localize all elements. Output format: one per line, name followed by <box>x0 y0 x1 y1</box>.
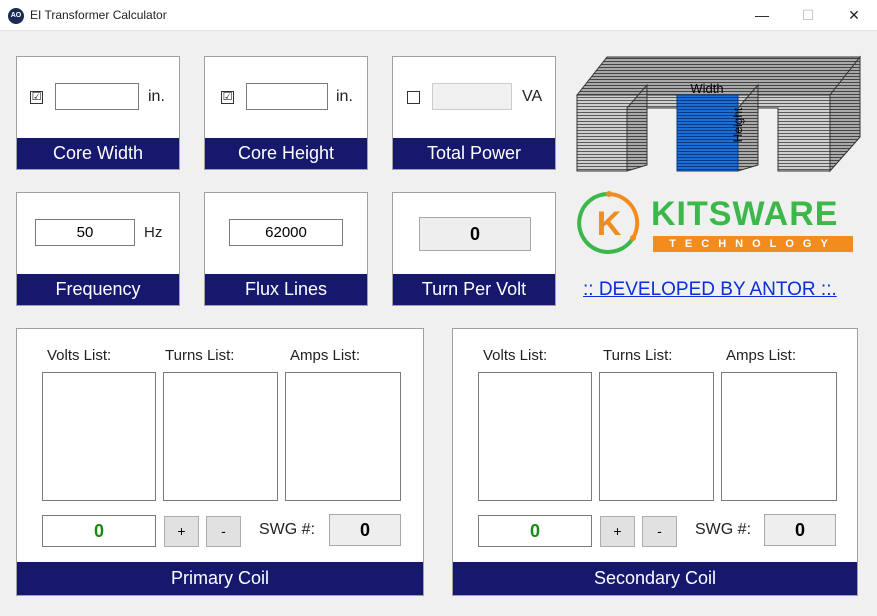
app-icon: AO <box>8 8 24 24</box>
primary-amps-label: Amps List: <box>290 347 361 364</box>
total-power-caption: Total Power <box>393 138 555 169</box>
total-power-panel: VA Total Power <box>392 56 556 170</box>
window-title: EI Transformer Calculator <box>30 8 167 22</box>
close-button[interactable]: ✕ <box>831 0 877 31</box>
core-width-checkbox[interactable]: ☑ <box>30 91 43 104</box>
title-bar: AO EI Transformer Calculator — ☐ ✕ <box>0 0 877 31</box>
primary-turns-label: Turns List: <box>165 347 235 364</box>
core-width-unit: in. <box>148 88 165 105</box>
turn-per-volt-readout: 0 <box>419 217 531 251</box>
turn-per-volt-caption: Turn Per Volt <box>393 274 555 305</box>
core-width-label: Width <box>690 81 723 96</box>
primary-coil-panel: Volts List: Turns List: Amps List: 0 + -… <box>16 328 424 596</box>
logo-name: KITSWARE <box>651 195 839 233</box>
primary-volts-list[interactable] <box>42 372 156 501</box>
core-width-input[interactable] <box>55 83 139 110</box>
secondary-minus-button[interactable]: - <box>642 516 677 547</box>
secondary-turns-list[interactable] <box>599 372 714 501</box>
core-height-caption: Core Height <box>205 138 367 169</box>
secondary-amps-list[interactable] <box>721 372 837 501</box>
kitsware-logo: K KITSWARE TECHNOLOGY <box>575 190 855 256</box>
primary-coil-caption: Primary Coil <box>17 562 423 595</box>
secondary-volts-list[interactable] <box>478 372 592 501</box>
secondary-amps-label: Amps List: <box>726 347 797 364</box>
ei-core-illustration: Width Height <box>575 55 862 173</box>
logo-letter: K <box>597 205 622 243</box>
core-height-panel: ☑ in. Core Height <box>204 56 368 170</box>
primary-swg-label: SWG #: <box>259 521 316 538</box>
secondary-value-input[interactable]: 0 <box>478 515 592 547</box>
total-power-unit: VA <box>522 88 543 105</box>
flux-lines-panel: 62000 Flux Lines <box>204 192 368 306</box>
total-power-checkbox[interactable] <box>407 91 420 104</box>
turn-per-volt-panel: 0 Turn Per Volt <box>392 192 556 306</box>
core-window-highlight <box>676 94 739 172</box>
primary-plus-button[interactable]: + <box>164 516 199 547</box>
total-power-input[interactable] <box>432 83 512 110</box>
core-height-label: Height <box>731 107 745 142</box>
primary-amps-list[interactable] <box>285 372 401 501</box>
frequency-panel: 50 Hz Frequency <box>16 192 180 306</box>
primary-swg-readout: 0 <box>329 514 401 546</box>
primary-turns-list[interactable] <box>163 372 278 501</box>
secondary-turns-label: Turns List: <box>603 347 673 364</box>
flux-lines-caption: Flux Lines <box>205 274 367 305</box>
secondary-swg-label: SWG #: <box>695 521 752 538</box>
minimize-button[interactable]: — <box>739 0 785 31</box>
core-width-panel: ☑ in. Core Width <box>16 56 180 170</box>
flux-lines-input[interactable]: 62000 <box>229 219 343 246</box>
secondary-swg-readout: 0 <box>764 514 836 546</box>
core-height-checkbox[interactable]: ☑ <box>221 91 234 104</box>
core-height-unit: in. <box>336 88 353 105</box>
core-width-caption: Core Width <box>17 138 179 169</box>
developer-link[interactable]: :: DEVELOPED BY ANTOR ::. <box>583 279 837 301</box>
primary-volts-label: Volts List: <box>47 347 112 364</box>
secondary-plus-button[interactable]: + <box>600 516 635 547</box>
frequency-caption: Frequency <box>17 274 179 305</box>
primary-value-input[interactable]: 0 <box>42 515 156 547</box>
primary-minus-button[interactable]: - <box>206 516 241 547</box>
logo-subtitle: TECHNOLOGY <box>653 236 853 252</box>
frequency-unit: Hz <box>144 224 163 241</box>
core-height-input[interactable] <box>246 83 328 110</box>
secondary-coil-caption: Secondary Coil <box>453 562 857 595</box>
secondary-coil-panel: Volts List: Turns List: Amps List: 0 + -… <box>452 328 858 596</box>
logo-mark-icon: K <box>577 191 640 254</box>
frequency-input[interactable]: 50 <box>35 219 135 246</box>
secondary-volts-label: Volts List: <box>483 347 548 364</box>
maximize-button[interactable]: ☐ <box>785 0 831 31</box>
